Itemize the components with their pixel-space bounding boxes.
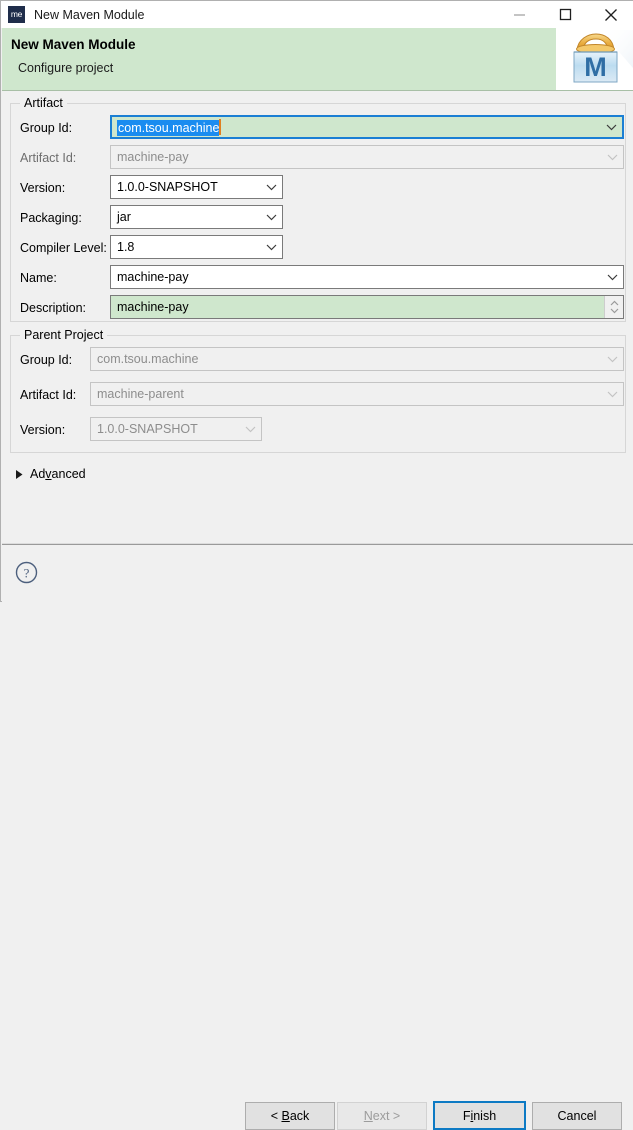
artifact-name-value: machine-pay [117, 270, 189, 284]
maven-logo-image: M [556, 28, 633, 90]
dialog-footer: ? < Back Next > Finish Cancel [2, 543, 633, 1130]
text-caret [219, 118, 222, 135]
parent-version-value: 1.0.0-SNAPSHOT [97, 422, 198, 436]
advanced-expander[interactable]: Advanced [14, 467, 86, 481]
wizard-content: Artifact Group Id: com.tsou.machine Arti… [2, 91, 633, 543]
finish-button-label: Finish [462, 1108, 497, 1123]
artifact-version-combo[interactable]: 1.0.0-SNAPSHOT [110, 175, 283, 199]
artifact-version-value: 1.0.0-SNAPSHOT [117, 180, 218, 194]
artifact-packaging-combo[interactable]: jar [110, 205, 283, 229]
maven-app-icon: me [8, 6, 25, 23]
finish-button[interactable]: Finish [433, 1101, 526, 1130]
window-controls [496, 1, 633, 28]
artifact-artifact-id-value: machine-pay [117, 150, 189, 164]
artifact-artifact-id-combo: machine-pay [110, 145, 624, 169]
cancel-button[interactable]: Cancel [532, 1102, 622, 1130]
maximize-icon[interactable] [542, 1, 588, 28]
parent-group-id-value: com.tsou.machine [97, 352, 199, 366]
minimize-icon[interactable] [496, 1, 542, 28]
parent-artifact-id-label: Artifact Id: [20, 388, 77, 402]
advanced-label: Advanced [30, 467, 86, 481]
help-icon[interactable]: ? [15, 561, 38, 584]
artifact-name-label: Name: [20, 271, 57, 285]
artifact-name-combo[interactable]: machine-pay [110, 265, 624, 289]
new-maven-module-dialog: me New Maven Module New Maven Module Con… [0, 0, 633, 1130]
artifact-packaging-label: Packaging: [20, 211, 82, 225]
wizard-title: New Maven Module [11, 37, 136, 52]
artifact-description-field[interactable]: machine-pay [110, 295, 624, 319]
artifact-compiler-level-label: Compiler Level: [20, 241, 107, 255]
artifact-group-id-value: com.tsou.machine [117, 119, 220, 136]
chevron-down-icon[interactable] [260, 176, 282, 198]
chevron-down-icon[interactable] [260, 206, 282, 228]
artifact-artifact-id-label: Artifact Id: [20, 151, 77, 165]
next-button: Next > [337, 1102, 427, 1130]
wizard-header: New Maven Module Configure project M [2, 28, 633, 91]
chevron-down-icon[interactable] [600, 117, 622, 137]
chevron-down-icon [601, 348, 623, 370]
triangle-right-icon [14, 469, 24, 479]
parent-project-group-legend: Parent Project [20, 328, 108, 342]
artifact-group-id-label: Group Id: [20, 121, 73, 135]
artifact-version-label: Version: [20, 181, 66, 195]
next-button-label: Next > [363, 1109, 401, 1123]
back-button[interactable]: < Back [245, 1102, 335, 1130]
artifact-group-legend: Artifact [20, 96, 67, 110]
svg-text:?: ? [24, 566, 30, 581]
description-spinner[interactable] [604, 296, 623, 318]
artifact-description-value: machine-pay [117, 300, 189, 314]
back-button-label: < Back [270, 1109, 310, 1123]
title-bar: me New Maven Module [1, 1, 633, 28]
parent-group-id-label: Group Id: [20, 353, 73, 367]
parent-artifact-id-value: machine-parent [97, 387, 184, 401]
artifact-compiler-level-combo[interactable]: 1.8 [110, 235, 283, 259]
artifact-description-label: Description: [20, 301, 86, 315]
artifact-packaging-value: jar [117, 210, 131, 224]
cancel-button-label: Cancel [557, 1109, 597, 1123]
chevron-down-icon [601, 146, 623, 168]
wizard-subtitle: Configure project [18, 61, 114, 75]
parent-artifact-id-combo: machine-parent [90, 382, 624, 406]
parent-version-combo: 1.0.0-SNAPSHOT [90, 417, 262, 441]
artifact-group-id-value-wrap: com.tsou.machine [112, 118, 600, 136]
parent-group-id-combo: com.tsou.machine [90, 347, 624, 371]
parent-version-label: Version: [20, 423, 66, 437]
chevron-down-icon [601, 383, 623, 405]
artifact-group-id-combo[interactable]: com.tsou.machine [110, 115, 624, 139]
window-title: New Maven Module [34, 7, 145, 22]
chevron-down-icon[interactable] [601, 266, 623, 288]
svg-text:M: M [584, 52, 607, 82]
artifact-compiler-level-value: 1.8 [117, 240, 135, 254]
close-icon[interactable] [588, 1, 633, 28]
chevron-down-icon[interactable] [260, 236, 282, 258]
chevron-down-icon [239, 418, 261, 440]
